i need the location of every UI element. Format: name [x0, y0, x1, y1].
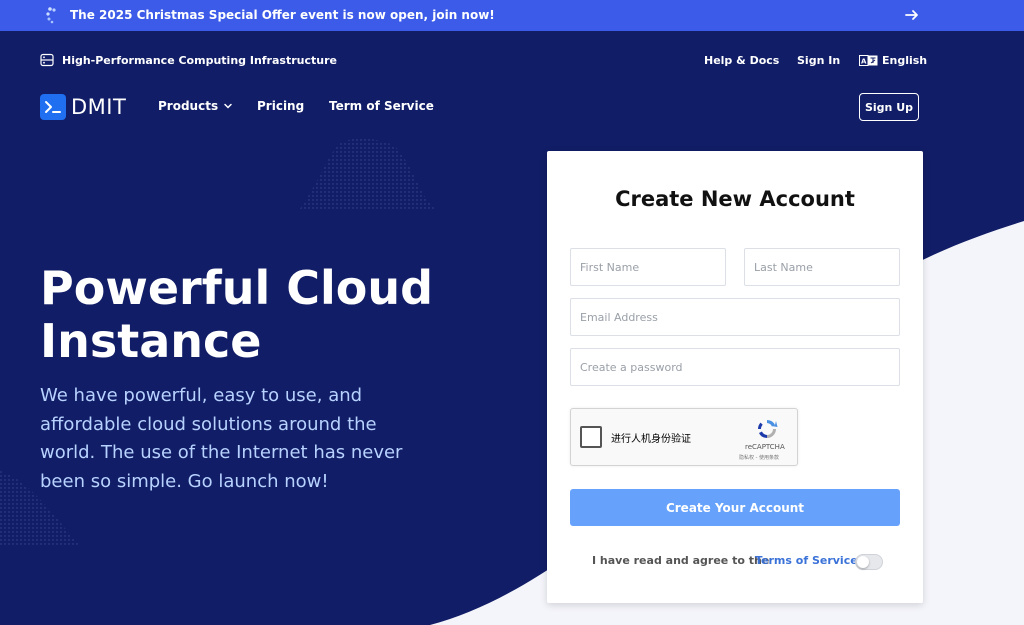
nav-pricing[interactable]: Pricing [257, 99, 304, 113]
brand-logo[interactable]: DMIT [40, 94, 126, 120]
help-docs-link[interactable]: Help & Docs [704, 54, 779, 67]
arrow-right-icon[interactable] [904, 7, 920, 23]
nav-terms-label: Term of Service [329, 99, 434, 113]
announcement-text[interactable]: The 2025 Christmas Special Offer event i… [70, 0, 495, 31]
spinner-icon [46, 7, 56, 24]
recaptcha-privacy-links[interactable]: 隐私权 - 使用条款 [739, 454, 779, 461]
register-card: Create New Account 进行人机身份验证 reCAPTCHA 隐私… [547, 151, 923, 603]
recaptcha-label: 进行人机身份验证 [611, 434, 691, 445]
last-name-input[interactable] [744, 248, 900, 286]
toggle-knob [857, 556, 869, 568]
nav-terms[interactable]: Term of Service [329, 99, 434, 113]
agree-text: I have read and agree to the [592, 554, 770, 567]
recaptcha-widget: 进行人机身份验证 reCAPTCHA 隐私权 - 使用条款 [570, 408, 798, 466]
brand-name: DMIT [71, 95, 127, 119]
nav-products[interactable]: Products [158, 99, 233, 113]
first-name-input[interactable] [570, 248, 726, 286]
recaptcha-checkbox[interactable] [580, 426, 602, 448]
form-title: Create New Account [615, 187, 855, 211]
agree-toggle[interactable] [855, 554, 883, 570]
terminal-logo-icon [40, 94, 66, 120]
password-input[interactable] [570, 348, 900, 386]
translate-icon[interactable]: A [859, 55, 878, 66]
hero-subtitle: We have powerful, easy to use, and affor… [40, 385, 403, 492]
sign-up-button[interactable]: Sign Up [859, 93, 919, 121]
nav-pricing-label: Pricing [257, 99, 305, 113]
terms-agreement: I have read and agree to the Terms of Se… [547, 553, 923, 570]
hero-title: Powerful Cloud Instance [40, 261, 434, 368]
sign-in-link[interactable]: Sign In [797, 54, 840, 67]
language-selector[interactable]: English [882, 54, 927, 67]
terms-of-service-link[interactable]: Terms of Service [755, 554, 858, 567]
svg-text:A: A [861, 57, 867, 65]
utility-links: Help & Docs Sign In A English [0, 53, 1024, 69]
recaptcha-logo-icon [757, 420, 778, 438]
create-account-button[interactable]: Create Your Account [570, 489, 900, 526]
nav-products-label: Products [158, 99, 219, 113]
recaptcha-brand: reCAPTCHA [745, 443, 785, 451]
email-input[interactable] [570, 298, 900, 336]
chevron-down-icon [224, 103, 232, 109]
announcement-bar[interactable]: The 2025 Christmas Special Offer event i… [0, 0, 1024, 31]
